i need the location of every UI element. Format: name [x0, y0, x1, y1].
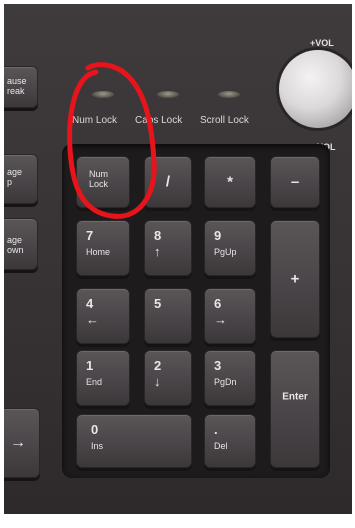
red-annotation-circle	[67, 62, 157, 219]
keyboard-photo: ause reak age p age own → Num Lock Caps …	[4, 4, 352, 514]
